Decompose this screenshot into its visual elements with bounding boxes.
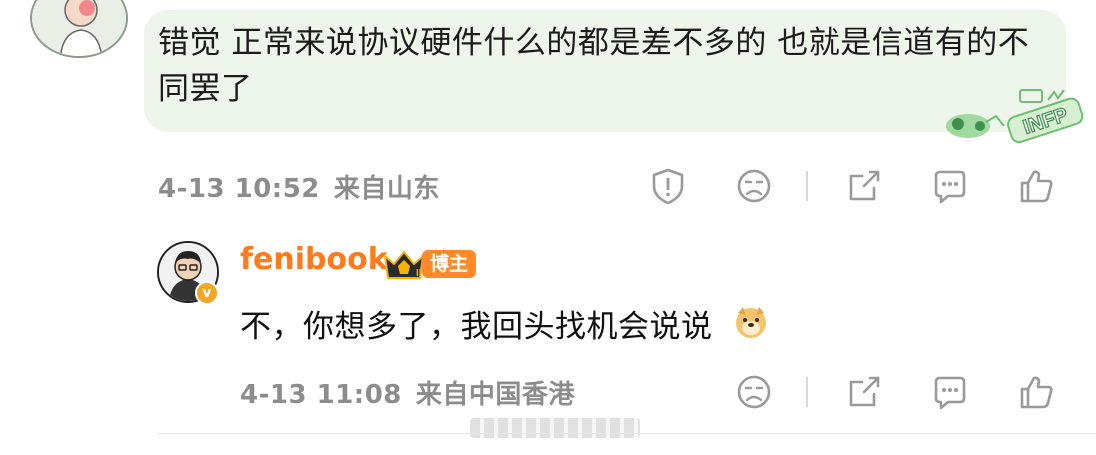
comment-icon[interactable] [930, 166, 970, 206]
comment-meta: 4-13 10:52 来自山东 [158, 168, 440, 205]
infp-sticker: INFP [938, 86, 1086, 144]
next-item-preview [470, 418, 640, 438]
comment-location: 来自山东 [333, 174, 440, 204]
share-icon[interactable] [844, 372, 884, 412]
action-divider [806, 377, 808, 407]
comment-icon[interactable] [930, 372, 970, 412]
reply-location: 来自中国香港 [415, 380, 575, 410]
action-divider [806, 171, 808, 201]
owner-badge: 博主 [422, 250, 477, 278]
comment-text: 错觉 正常来说协议硬件什么的都是差不多的 也就是信道有的不同罢了 [158, 25, 1030, 107]
reply-text: 不，你想多了，我回头找机会说说 [240, 309, 713, 345]
verified-badge-icon: v [195, 281, 219, 305]
level-badge-text: II [416, 268, 422, 279]
reply-author-name[interactable]: fenibook [240, 242, 388, 277]
reply-timestamp: 4-13 11:08 [240, 380, 402, 410]
section-divider [158, 433, 1096, 434]
like-icon[interactable] [1016, 166, 1056, 206]
reply-meta: 4-13 11:08 来自中国香港 [240, 374, 575, 411]
crown-level-icon: II [382, 248, 426, 282]
share-icon[interactable] [844, 166, 884, 206]
comment-timestamp: 4-13 10:52 [158, 174, 320, 204]
dislike-icon[interactable] [734, 166, 774, 206]
doge-emoji-icon [733, 304, 769, 340]
commenter-avatar[interactable] [30, 0, 128, 58]
like-icon[interactable] [1016, 372, 1056, 412]
report-icon[interactable] [648, 166, 688, 206]
dislike-icon[interactable] [734, 372, 774, 412]
